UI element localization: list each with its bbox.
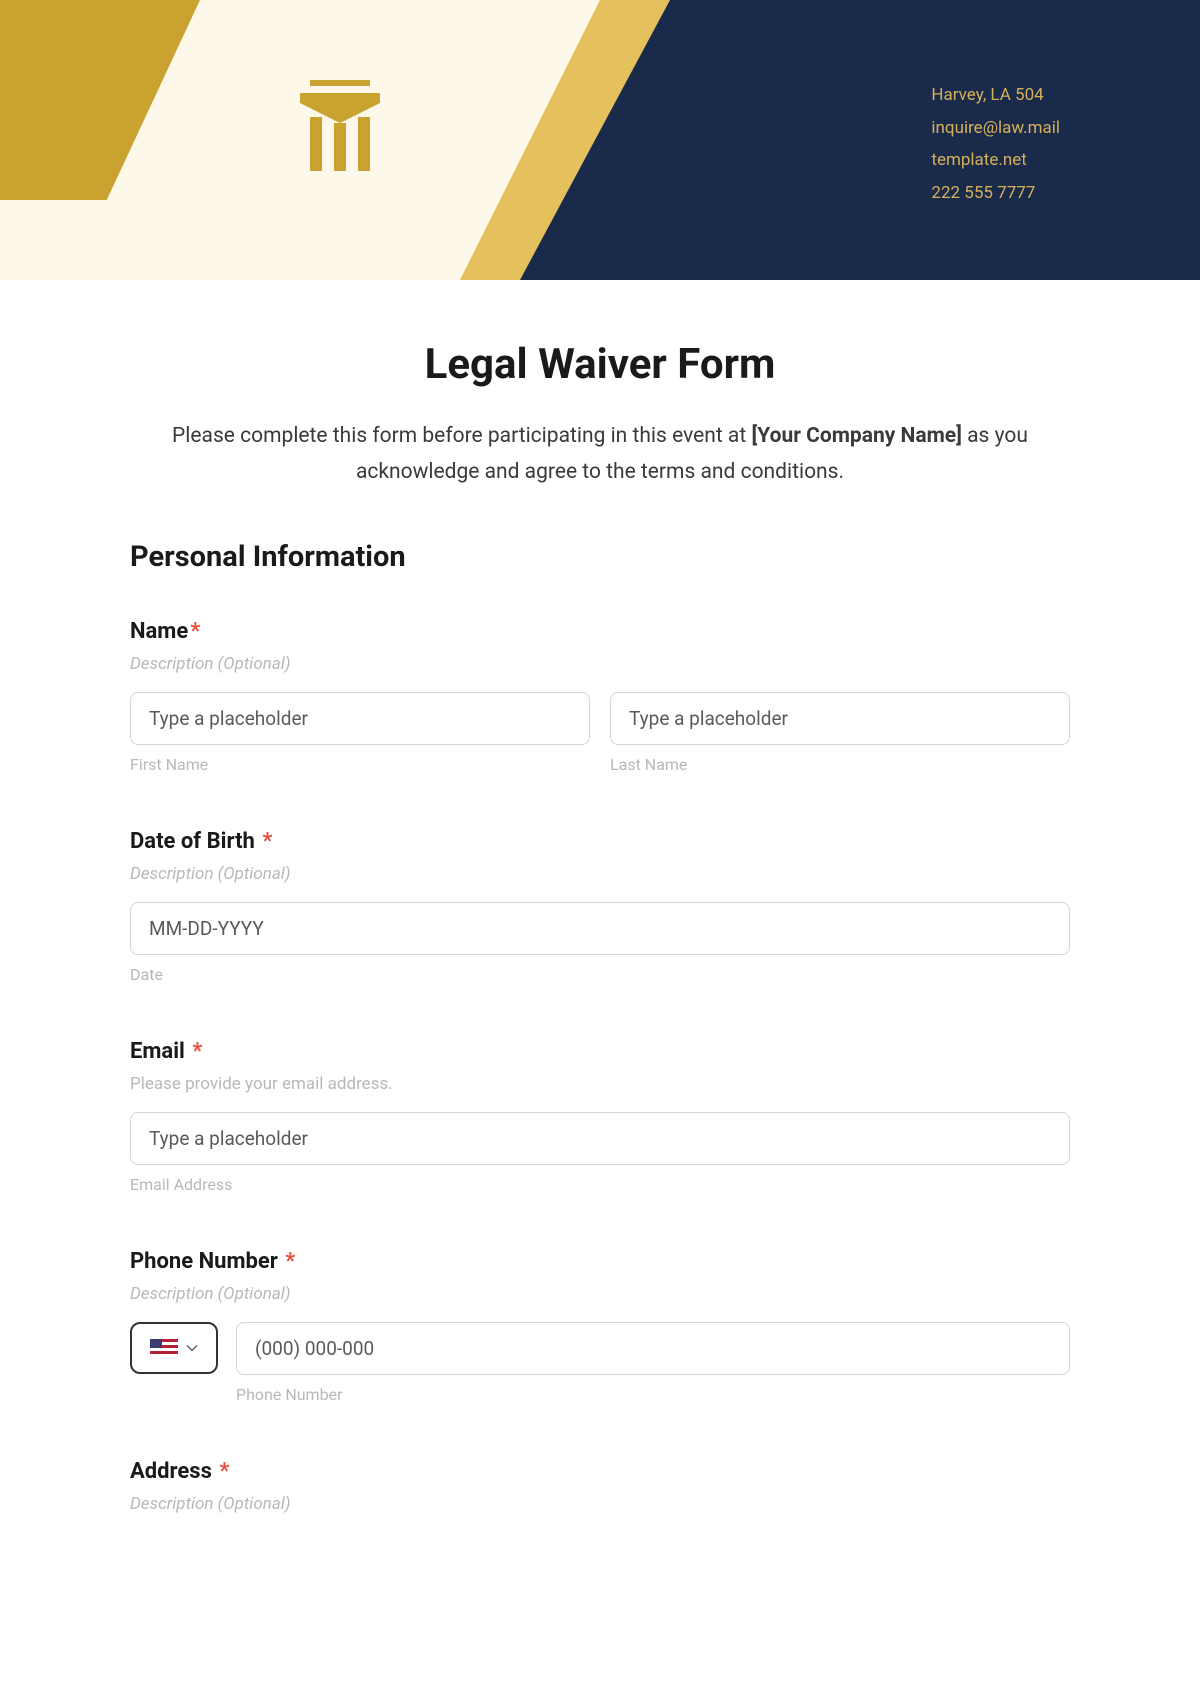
phone-input[interactable]: [236, 1322, 1070, 1375]
contact-info-block: Harvey, LA 504 inquire@law.mail template…: [931, 80, 1060, 210]
form-title: Legal Waiver Form: [130, 340, 1070, 389]
last-name-input[interactable]: [610, 692, 1070, 745]
address-label-text: Address: [130, 1459, 212, 1484]
contact-email: inquire@law.mail: [931, 113, 1060, 144]
contact-website: template.net: [931, 145, 1060, 176]
decorative-gold-corner: [0, 0, 200, 200]
us-flag-icon: [150, 1339, 178, 1357]
last-name-sublabel: Last Name: [610, 755, 1070, 774]
email-label-text: Email: [130, 1039, 185, 1064]
dob-sublabel: Date: [130, 965, 1070, 984]
name-description: Description (Optional): [130, 654, 1070, 674]
dob-field-group: Date of Birth * Description (Optional) D…: [130, 829, 1070, 984]
country-code-selector[interactable]: [130, 1322, 218, 1374]
name-input-row: First Name Last Name: [130, 692, 1070, 774]
subtitle-pre: Please complete this form before partici…: [172, 424, 751, 448]
required-indicator: *: [280, 1249, 295, 1274]
dob-input[interactable]: [130, 902, 1070, 955]
section-heading-personal-info: Personal Information: [130, 540, 1070, 574]
first-name-sublabel: First Name: [130, 755, 590, 774]
phone-label: Phone Number *: [130, 1249, 1070, 1274]
address-description: Description (Optional): [130, 1494, 1070, 1514]
name-label-text: Name: [130, 619, 188, 644]
email-description: Please provide your email address.: [130, 1074, 1070, 1094]
required-indicator: *: [257, 829, 272, 854]
required-indicator: *: [214, 1459, 229, 1484]
phone-input-col: Phone Number: [236, 1322, 1070, 1404]
email-input[interactable]: [130, 1112, 1070, 1165]
phone-field-group: Phone Number * Description (Optional): [130, 1249, 1070, 1404]
email-label: Email *: [130, 1039, 1070, 1064]
subtitle-company-placeholder: [Your Company Name]: [751, 424, 961, 448]
dob-description: Description (Optional): [130, 864, 1070, 884]
phone-sublabel: Phone Number: [236, 1385, 1070, 1404]
contact-phone: 222 555 7777: [931, 178, 1060, 209]
first-name-col: First Name: [130, 692, 590, 774]
chevron-down-icon: [186, 1344, 198, 1352]
email-field-group: Email * Please provide your email addres…: [130, 1039, 1070, 1194]
address-field-group: Address * Description (Optional): [130, 1459, 1070, 1514]
phone-input-row: Phone Number: [130, 1322, 1070, 1404]
address-label: Address *: [130, 1459, 1070, 1484]
letterhead-header: Harvey, LA 504 inquire@law.mail template…: [0, 0, 1200, 280]
phone-description: Description (Optional): [130, 1284, 1070, 1304]
required-indicator: *: [187, 1039, 202, 1064]
last-name-col: Last Name: [610, 692, 1070, 774]
dob-label-text: Date of Birth: [130, 829, 255, 854]
email-sublabel: Email Address: [130, 1175, 1070, 1194]
contact-address: Harvey, LA 504: [931, 80, 1060, 111]
form-content: Legal Waiver Form Please complete this f…: [0, 280, 1200, 1609]
dob-label: Date of Birth *: [130, 829, 1070, 854]
phone-label-text: Phone Number: [130, 1249, 278, 1274]
first-name-input[interactable]: [130, 692, 590, 745]
name-field-group: Name* Description (Optional) First Name …: [130, 619, 1070, 774]
company-logo-icon: [290, 75, 390, 185]
form-subtitle: Please complete this form before partici…: [130, 419, 1070, 490]
required-indicator: *: [190, 619, 200, 644]
name-label: Name*: [130, 619, 1070, 644]
